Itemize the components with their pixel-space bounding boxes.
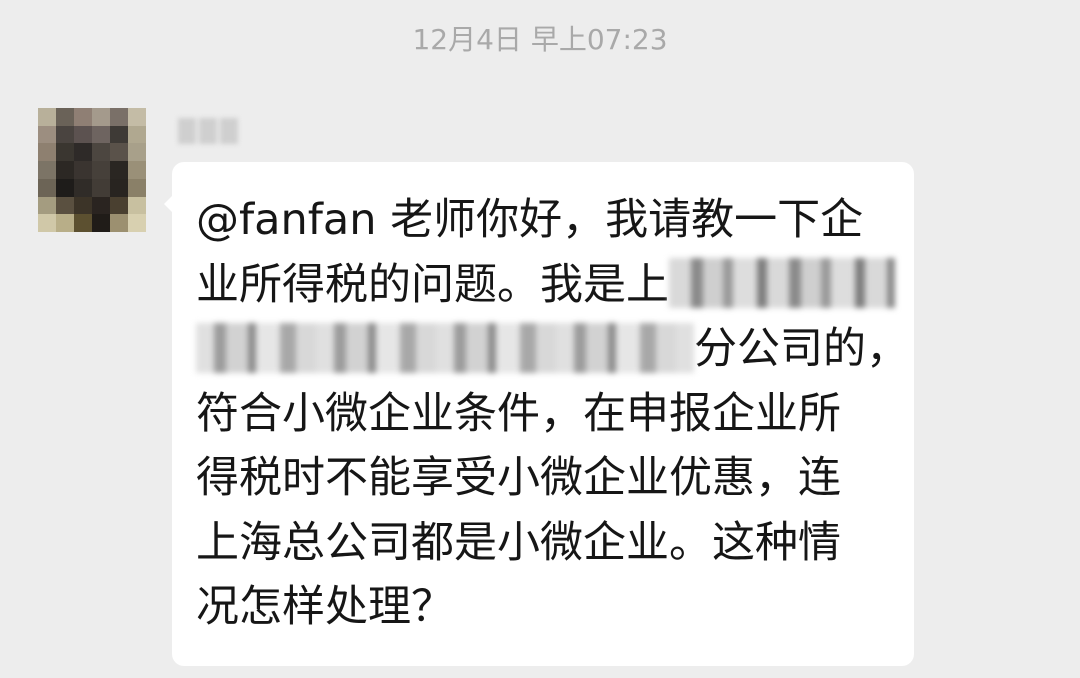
avatar-pixel bbox=[92, 161, 110, 179]
avatar-pixel bbox=[38, 161, 56, 179]
avatar-pixel bbox=[92, 178, 110, 197]
sender-avatar[interactable] bbox=[38, 108, 146, 232]
avatar-pixel bbox=[110, 196, 128, 215]
redacted-text bbox=[669, 258, 895, 308]
avatar-pixel bbox=[92, 108, 110, 126]
redacted-text bbox=[196, 322, 694, 373]
message-line: 况怎样处理？ bbox=[196, 582, 454, 632]
avatar-pixel bbox=[128, 125, 146, 144]
avatar-pixel bbox=[74, 214, 92, 232]
message-timestamp: 12月4日 早上07:23 bbox=[412, 23, 668, 56]
avatar-pixel bbox=[56, 214, 74, 232]
message-line: 得税时不能享受小微企业优惠，连 bbox=[196, 453, 841, 503]
avatar-pixel bbox=[110, 178, 128, 197]
avatar-pixel bbox=[128, 178, 146, 197]
avatar-pixel bbox=[56, 125, 74, 144]
avatar-pixel bbox=[38, 108, 56, 126]
avatar-pixel bbox=[74, 161, 92, 179]
avatar-pixel bbox=[38, 196, 56, 215]
message-line: 符合小微企业条件，在申报企业所 bbox=[196, 388, 841, 439]
avatar-pixel bbox=[74, 143, 92, 162]
avatar-pixel bbox=[128, 143, 146, 162]
avatar-pixel bbox=[74, 108, 92, 126]
avatar-pixel bbox=[92, 125, 110, 144]
avatar-pixel bbox=[56, 196, 74, 215]
avatar-pixel bbox=[92, 196, 110, 215]
avatar-pixel bbox=[38, 178, 56, 197]
message-line: 分公司的， bbox=[196, 317, 909, 382]
avatar-pixel bbox=[110, 125, 128, 144]
avatar-pixel bbox=[110, 143, 128, 162]
message-text[interactable]: @fanfan 老师你好，我请教一下企 业所得税的问题。我是上 分公司的， 符合… bbox=[196, 188, 909, 640]
sender-name-redacted bbox=[178, 118, 238, 144]
message-line: 业所得税的问题。我是上 bbox=[196, 253, 896, 318]
avatar-pixel bbox=[128, 161, 146, 179]
avatar-pixel bbox=[92, 143, 110, 162]
avatar-pixel bbox=[56, 161, 74, 179]
avatar-pixel bbox=[74, 196, 92, 215]
avatar-pixel bbox=[110, 214, 128, 232]
avatar-pixel bbox=[38, 125, 56, 144]
avatar-pixel bbox=[56, 108, 74, 126]
message-line: 上海总公司都是小微企业。这种情 bbox=[196, 517, 841, 568]
avatar-pixel bbox=[128, 108, 146, 126]
avatar-pixel bbox=[92, 214, 110, 232]
avatar-pixel bbox=[38, 143, 56, 162]
avatar-pixel bbox=[38, 214, 56, 232]
avatar-pixel bbox=[74, 178, 92, 197]
avatar-pixel bbox=[56, 178, 74, 197]
avatar-pixel bbox=[110, 108, 128, 126]
avatar-pixel bbox=[128, 196, 146, 215]
avatar-pixel bbox=[74, 125, 92, 144]
avatar-pixel bbox=[110, 161, 128, 179]
message-line: @fanfan 老师你好，我请教一下企 bbox=[196, 195, 864, 245]
avatar-pixel bbox=[56, 143, 74, 162]
avatar-pixel bbox=[128, 214, 146, 232]
